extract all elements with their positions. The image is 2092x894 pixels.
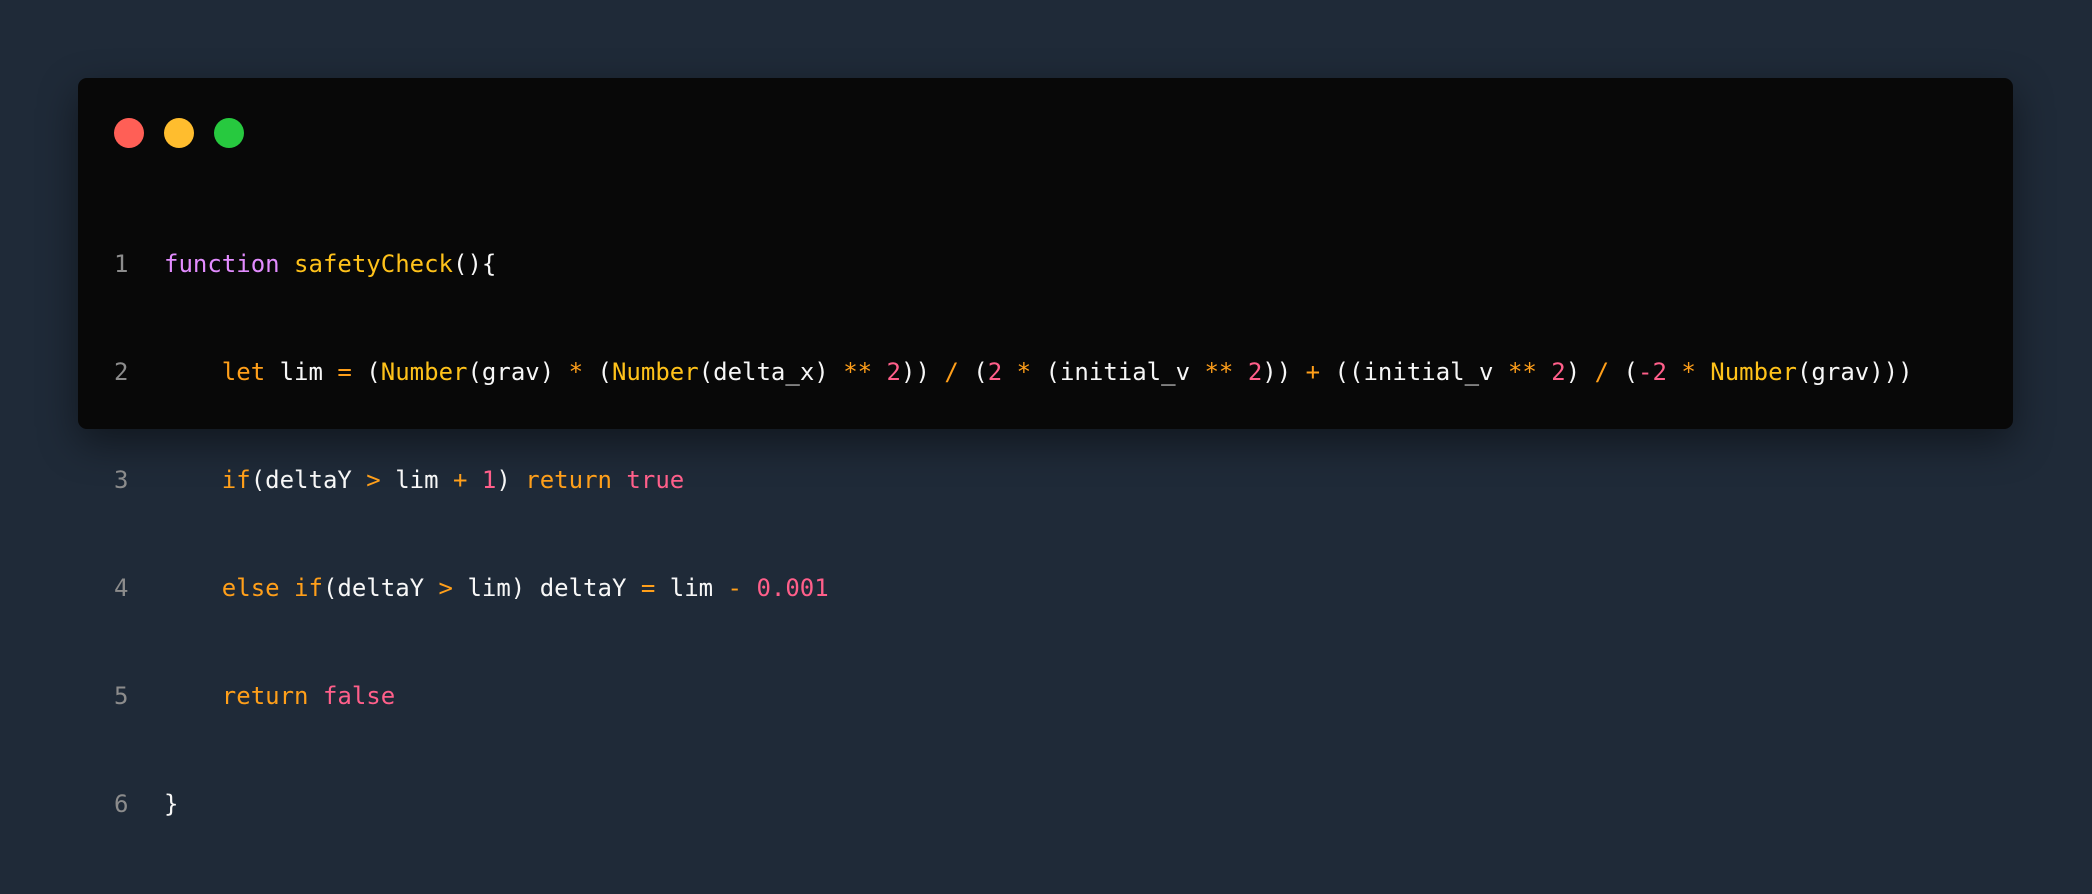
code-token: (grav) [467, 358, 569, 386]
code-block: 1 function safetyCheck(){ 2 let lim = (N… [114, 174, 1913, 894]
code-token: = [640, 574, 656, 602]
code-line-content: } [164, 786, 178, 822]
code-token: + [453, 466, 468, 494]
code-token: 1 [481, 466, 497, 494]
line-number: 1 [114, 250, 129, 278]
code-token: * [1016, 358, 1032, 386]
code-token: return [221, 682, 309, 710]
code-token: true [626, 466, 685, 494]
code-token: else [221, 574, 280, 602]
code-line: 5 return false [114, 678, 1913, 714]
code-token: )) [1262, 358, 1306, 386]
code-token: -2 [1638, 358, 1667, 386]
line-number: 5 [114, 682, 129, 710]
code-window: 1 function safetyCheck(){ 2 let lim = (N… [78, 78, 2013, 818]
window-controls [114, 118, 244, 148]
code-line: 3 if(deltaY > lim + 1) return true [114, 462, 1913, 498]
code-token: 2 [987, 358, 1003, 386]
code-token: > [366, 466, 381, 494]
code-token: (deltaY [322, 574, 439, 602]
code-token: lim [655, 574, 728, 602]
close-window-dot[interactable] [114, 118, 144, 148]
code-line-content: else if(deltaY > lim) deltaY = lim - 0.0… [164, 570, 829, 606]
code-token: ( [351, 358, 381, 386]
code-token: } [164, 790, 179, 818]
code-token: (){ [453, 250, 497, 278]
code-token: if [221, 466, 251, 494]
code-token: ( [958, 358, 988, 386]
line-number: 4 [114, 574, 129, 602]
code-token: = [337, 358, 352, 386]
code-token: (grav))) [1796, 358, 1913, 386]
code-token: * [1681, 358, 1696, 386]
code-token: > [438, 574, 453, 602]
code-line-content: let lim = (Number(grav) * (Number(delta_… [164, 354, 1913, 390]
code-token: lim [265, 358, 338, 386]
code-token: ( [1609, 358, 1639, 386]
code-token: return [525, 466, 612, 494]
code-token: (initial_v [1031, 358, 1205, 386]
code-token: ** [843, 358, 873, 386]
line-number: 2 [114, 358, 129, 386]
code-token: / [1594, 358, 1610, 386]
code-token: ) [1565, 358, 1595, 386]
code-token: 2 [1551, 358, 1566, 386]
minimize-window-dot[interactable] [164, 118, 194, 148]
line-number: 6 [114, 790, 129, 818]
code-line-content: if(deltaY > lim + 1) return true [164, 462, 684, 498]
code-line: 6 } [114, 786, 1913, 822]
code-token: (deltaY [250, 466, 367, 494]
code-token: lim [380, 466, 453, 494]
code-token: )) [901, 358, 945, 386]
code-token: lim) deltaY [453, 574, 641, 602]
code-line-content: function safetyCheck(){ [164, 246, 496, 282]
code-token: if [294, 574, 323, 602]
code-token: let [221, 358, 266, 386]
code-token: * [568, 358, 584, 386]
code-token: function [164, 250, 280, 278]
code-token: 2 [886, 358, 901, 386]
code-token: ** [1204, 358, 1234, 386]
code-token: + [1305, 358, 1321, 386]
code-token: ( [583, 358, 612, 386]
code-token: ) [496, 466, 526, 494]
code-token: ** [1507, 358, 1537, 386]
code-line: 1 function safetyCheck(){ [114, 246, 1913, 282]
code-line: 4 else if(deltaY > lim) deltaY = lim - 0… [114, 570, 1913, 606]
code-token: / [944, 358, 959, 386]
code-token: 0.001 [756, 574, 829, 602]
code-token: safetyCheck [294, 250, 453, 278]
code-token: false [322, 682, 396, 710]
code-token: Number [611, 358, 699, 386]
line-number: 3 [114, 466, 129, 494]
maximize-window-dot[interactable] [214, 118, 244, 148]
code-token: Number [1710, 358, 1797, 386]
code-token: ((initial_v [1320, 358, 1508, 386]
code-line: 2 let lim = (Number(grav) * (Number(delt… [114, 354, 1913, 390]
code-token: (delta_x) [698, 358, 844, 386]
code-token: - [727, 574, 742, 602]
code-token: 2 [1247, 358, 1263, 386]
code-token: Number [380, 358, 468, 386]
code-line-content: return false [164, 678, 395, 714]
